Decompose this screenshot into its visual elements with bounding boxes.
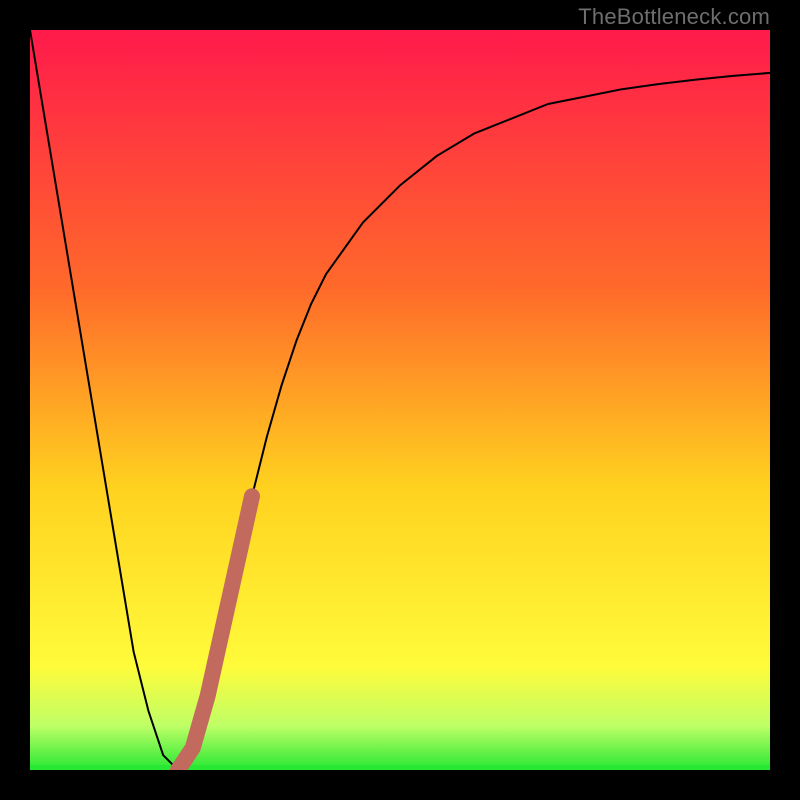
green-bottom-strip — [30, 765, 770, 770]
chart-svg — [30, 30, 770, 770]
watermark-text: TheBottleneck.com — [578, 4, 770, 30]
plot-area — [30, 30, 770, 770]
gradient-background — [30, 30, 770, 770]
chart-frame: TheBottleneck.com — [0, 0, 800, 800]
